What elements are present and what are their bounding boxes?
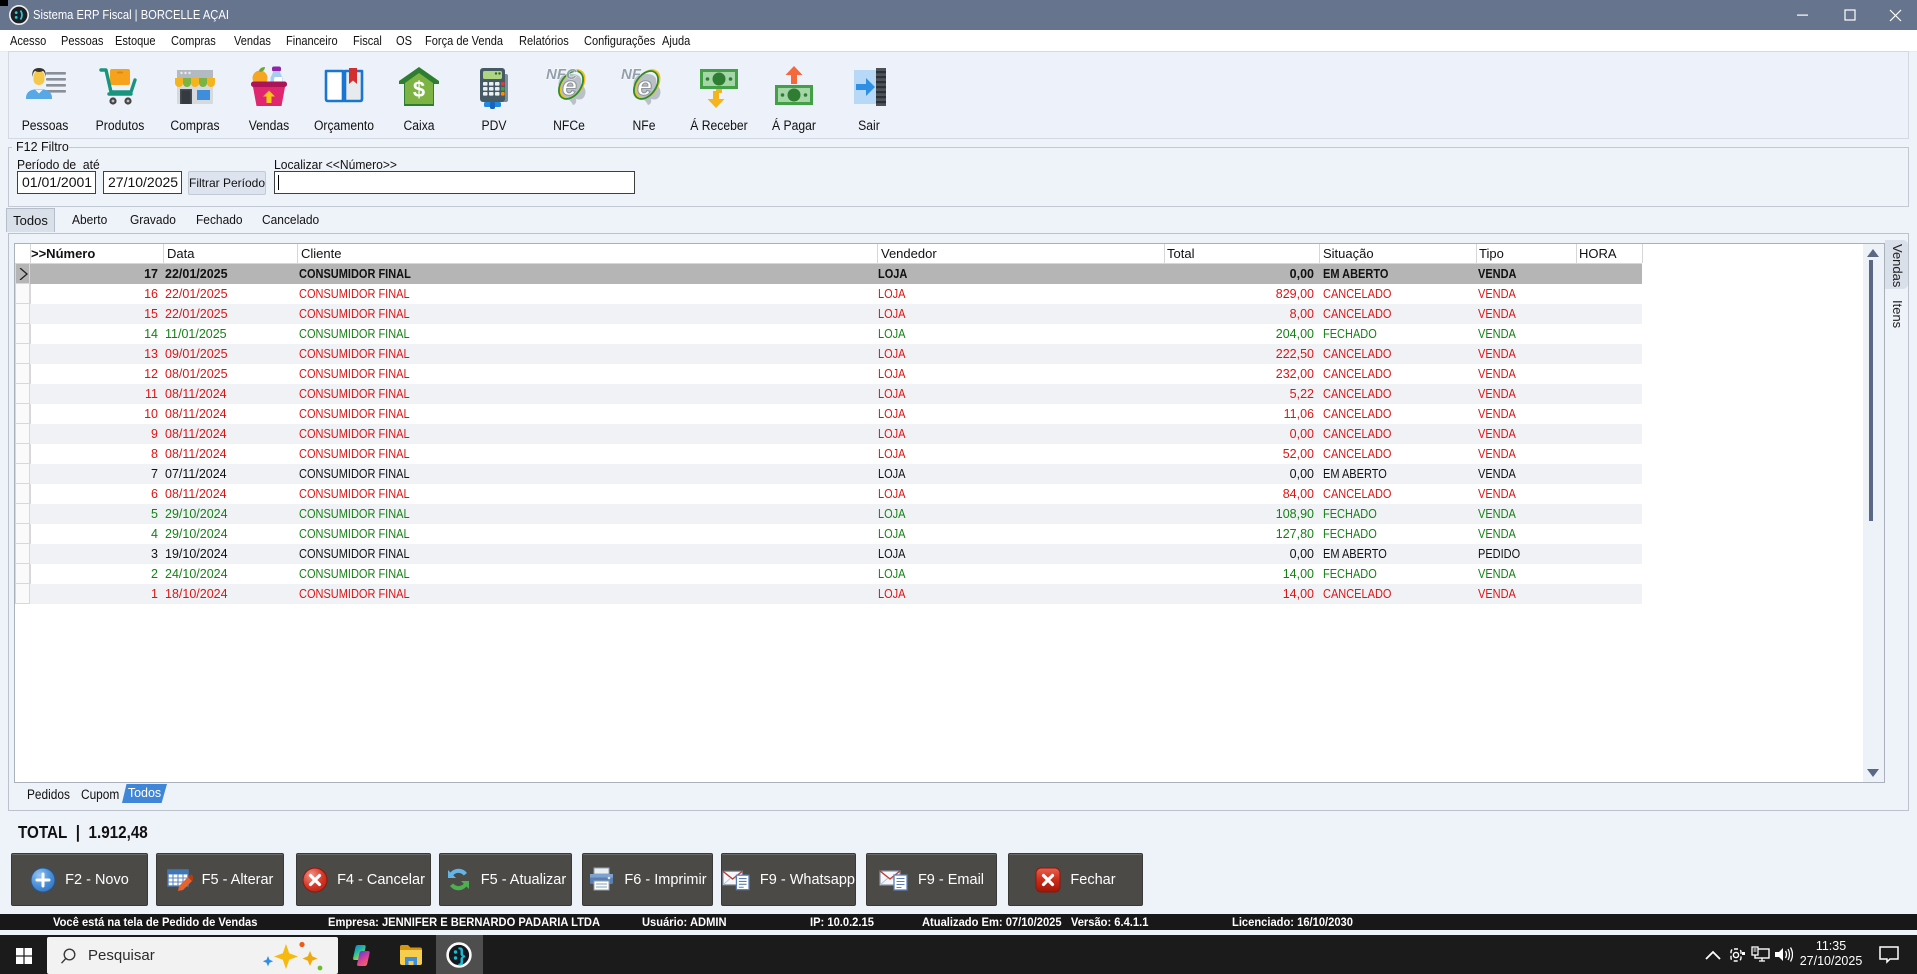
svg-text:e: e (562, 71, 577, 101)
svg-text:e: e (637, 71, 652, 101)
svg-text:}: } (458, 946, 466, 967)
svg-text:$: $ (413, 77, 425, 102)
